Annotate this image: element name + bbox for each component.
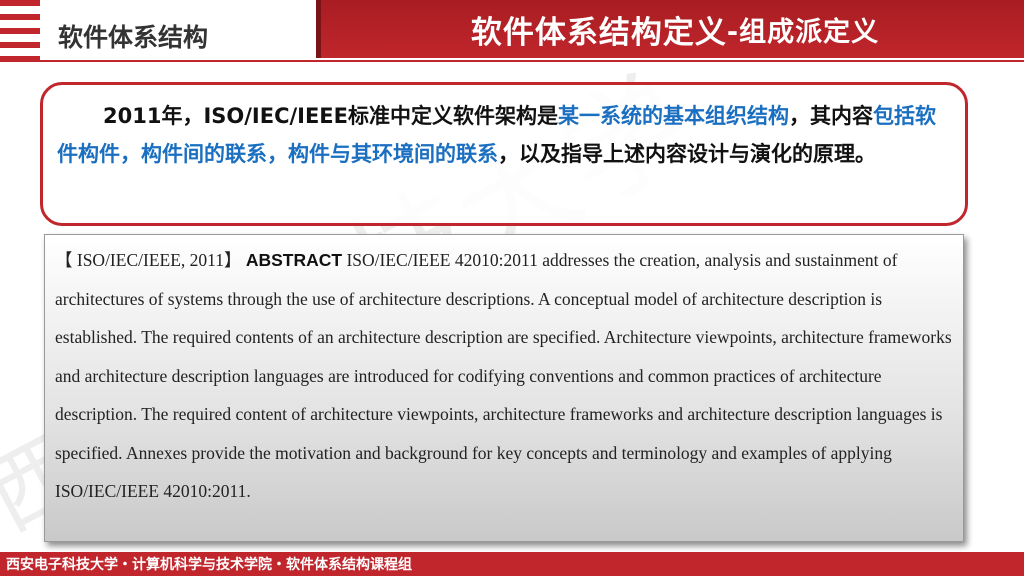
title-bar-accent xyxy=(316,0,321,58)
logo-stripes xyxy=(0,0,40,62)
slide-title-main: 软件体系结构定义 xyxy=(470,14,727,51)
definition-text-3: ，以及指导上述内容设计与演化的原理。 xyxy=(498,142,876,166)
definition-text-2: ，其内容 xyxy=(789,104,873,128)
footer-bar: 西安电子科技大学・计算机科学与技术学院・软件体系结构课程组 xyxy=(0,552,1024,576)
abstract-box: 【 ISO/IEC/IEEE, 2011】 ABSTRACT ISO/IEC/I… xyxy=(44,234,964,542)
abstract-source: 【 ISO/IEC/IEEE, 2011】 xyxy=(55,250,242,270)
abstract-text: ISO/IEC/IEEE 42010:2011 addresses the cr… xyxy=(55,250,952,501)
section-title: 软件体系结构 xyxy=(58,23,209,52)
title-bar: 软件体系结构定义 -组成派定义 xyxy=(316,0,1024,58)
slide-title: 软件体系结构定义 -组成派定义 xyxy=(326,0,1024,58)
footer-text: 西安电子科技大学・计算机科学与技术学院・软件体系结构课程组 xyxy=(6,557,412,573)
title-underline xyxy=(0,60,1024,62)
slide-title-sub: -组成派定义 xyxy=(726,16,880,48)
definition-highlight-1: 某一系统的基本组织结构 xyxy=(558,104,789,128)
definition-text-1: 2011年，ISO/IEC/IEEE标准中定义软件架构是 xyxy=(103,104,558,128)
definition-box: 2011年，ISO/IEC/IEEE标准中定义软件架构是某一系统的基本组织结构，… xyxy=(40,82,968,226)
abstract-keyword: ABSTRACT xyxy=(245,250,343,270)
